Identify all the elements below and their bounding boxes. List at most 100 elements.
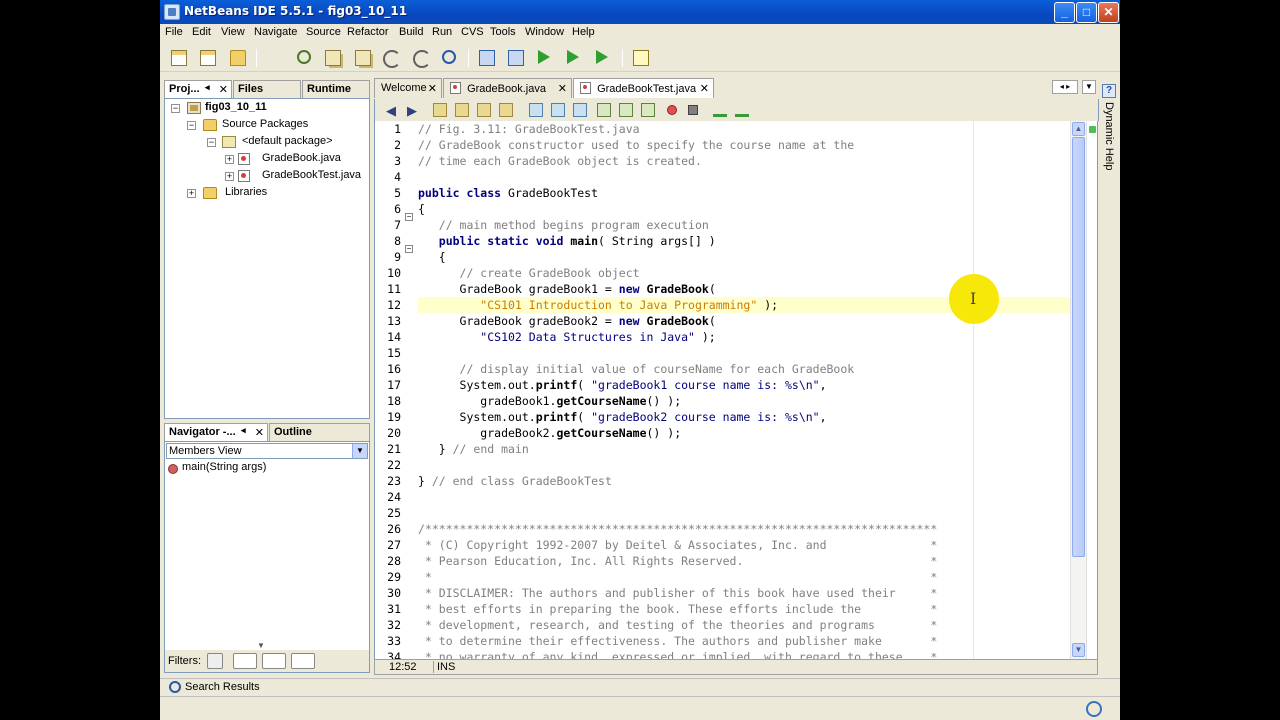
collapse-icon[interactable]: −: [207, 138, 216, 147]
close-tab-icon[interactable]: ✕: [219, 83, 228, 96]
menu-file[interactable]: File: [165, 26, 183, 38]
forward-icon[interactable]: ▶: [407, 103, 421, 118]
minimize-button[interactable]: _: [1054, 2, 1075, 23]
new-project-icon[interactable]: [197, 47, 217, 67]
tab-welcome[interactable]: Welcome ✕: [374, 78, 442, 98]
filter-fields-icon[interactable]: [207, 653, 223, 669]
code-line[interactable]: GradeBook gradeBook1 = new GradeBook(: [418, 281, 716, 297]
expand-icon[interactable]: +: [225, 172, 234, 181]
clean-build-icon[interactable]: [505, 47, 525, 67]
code-line[interactable]: public static void main( String args[] ): [418, 233, 716, 249]
code-line[interactable]: /***************************************…: [418, 521, 937, 537]
code-line[interactable]: // GradeBook constructor used to specify…: [418, 137, 854, 153]
shift-left-icon[interactable]: [597, 103, 611, 117]
code-line[interactable]: gradeBook2.getCourseName() );: [418, 425, 681, 441]
tab-outline[interactable]: Outline: [269, 423, 370, 441]
code-line[interactable]: // create GradeBook object: [418, 265, 640, 281]
find-previous-icon[interactable]: [455, 103, 469, 117]
tab-navigator[interactable]: Navigator -... ◂ ✕: [164, 423, 268, 441]
run-icon[interactable]: [535, 47, 555, 67]
code-line[interactable]: * Pearson Education, Inc. All Rights Res…: [418, 553, 937, 569]
menu-tools[interactable]: Tools: [490, 26, 516, 38]
search-results-button[interactable]: Search Results: [185, 681, 260, 693]
filter-nonpublic-icon[interactable]: [262, 653, 286, 669]
code-line[interactable]: gradeBook1.getCourseName() );: [418, 393, 681, 409]
start-macro-icon[interactable]: [667, 105, 677, 115]
scroll-down-icon[interactable]: ▼: [1072, 643, 1085, 657]
code-line[interactable]: public class GradeBookTest: [418, 185, 598, 201]
editor-scrollbar[interactable]: ▲ ▼: [1070, 121, 1086, 659]
title-bar[interactable]: NetBeans IDE 5.5.1 - fig03_10_11 _ □ ✕: [160, 0, 1120, 24]
menu-refactor[interactable]: Refactor: [347, 26, 389, 38]
undo-icon[interactable]: [380, 47, 401, 68]
help-icon[interactable]: [630, 47, 650, 67]
find-icon[interactable]: [439, 47, 459, 67]
debug-icon[interactable]: [593, 47, 613, 67]
garbage-collect-icon[interactable]: [1086, 701, 1102, 717]
code-line[interactable]: System.out.printf( "gradeBook1 course na…: [418, 377, 827, 393]
copy-icon[interactable]: [322, 47, 342, 67]
scroll-up-icon[interactable]: ▲: [1072, 122, 1085, 136]
chevron-down-icon[interactable]: ▼: [352, 444, 367, 458]
code-line[interactable]: * best efforts in preparing the book. Th…: [418, 601, 937, 617]
tab-gradebook-java[interactable]: GradeBook.java ✕: [443, 78, 572, 98]
code-line[interactable]: "CS102 Data Structures in Java" );: [418, 329, 715, 345]
collapse-icon[interactable]: −: [171, 104, 180, 113]
code-line[interactable]: // display initial value of courseName f…: [418, 361, 855, 377]
fold-icon[interactable]: −: [405, 245, 413, 253]
find-selection-icon[interactable]: [433, 103, 447, 117]
paste-icon[interactable]: [352, 47, 372, 67]
filter-inherited-icon[interactable]: [291, 653, 315, 669]
code-line[interactable]: {: [418, 249, 446, 265]
scrollbar-thumb[interactable]: [1072, 137, 1085, 557]
redo-icon[interactable]: [410, 47, 431, 68]
tab-projects[interactable]: Proj... ◂ ✕: [164, 80, 232, 98]
close-button[interactable]: ✕: [1098, 2, 1119, 23]
minimize-window-icon[interactable]: ◂: [241, 425, 246, 436]
toggle-bookmark-icon[interactable]: [573, 103, 587, 117]
code-line[interactable]: * *: [418, 569, 937, 585]
check-xml-icon[interactable]: [713, 103, 727, 117]
code-line[interactable]: * no warranty of any kind, expressed or …: [418, 649, 937, 659]
menu-view[interactable]: View: [221, 26, 245, 38]
open-project-icon[interactable]: [227, 47, 247, 67]
menu-navigate[interactable]: Navigate: [254, 26, 297, 38]
code-line[interactable]: GradeBook gradeBook2 = new GradeBook(: [418, 313, 716, 329]
close-tab-icon[interactable]: ✕: [700, 82, 709, 95]
filter-static-icon[interactable]: [233, 653, 257, 669]
expand-icon[interactable]: +: [187, 189, 196, 198]
comment-icon[interactable]: [641, 103, 655, 117]
run-file-icon[interactable]: [564, 47, 584, 67]
cut-icon[interactable]: [294, 47, 314, 67]
members-view-select[interactable]: Members View ▼: [166, 443, 368, 459]
menu-run[interactable]: Run: [432, 26, 452, 38]
stop-macro-icon[interactable]: [688, 105, 698, 115]
code-line[interactable]: // main method begins program execution: [418, 217, 709, 233]
new-file-icon[interactable]: [168, 47, 188, 67]
code-line[interactable]: * to determine their effectiveness. The …: [418, 633, 937, 649]
code-line[interactable]: * DISCLAIMER: The authors and publisher …: [418, 585, 937, 601]
code-line[interactable]: } // end class GradeBookTest: [418, 473, 612, 489]
collapse-icon[interactable]: −: [187, 121, 196, 130]
code-line[interactable]: * (C) Copyright 1992-2007 by Deitel & As…: [418, 537, 937, 553]
toggle-highlight-icon[interactable]: [499, 103, 513, 117]
code-line[interactable]: "CS101 Introduction to Java Programming"…: [418, 297, 778, 313]
panel-resize-handle-icon[interactable]: ▼: [257, 641, 265, 650]
close-tab-icon[interactable]: ✕: [255, 426, 264, 439]
validate-xml-icon[interactable]: [735, 103, 749, 117]
code-editor[interactable]: 1 2 3 4 5 6 7 8 9 10 11 12 13 14 15 16 17 18 19 20 21 22 23 24 2…: [374, 121, 1070, 659]
code-line[interactable]: // time each GradeBook object is created…: [418, 153, 702, 169]
previous-bookmark-icon[interactable]: [529, 103, 543, 117]
back-icon[interactable]: ◀: [386, 103, 400, 118]
maximize-button[interactable]: □: [1076, 2, 1097, 23]
code-line[interactable]: System.out.printf( "gradeBook2 course na…: [418, 409, 827, 425]
menu-help[interactable]: Help: [572, 26, 595, 38]
code-line[interactable]: {: [418, 201, 425, 217]
scroll-tabs-icon[interactable]: ◂ ▸: [1052, 80, 1078, 94]
shift-right-icon[interactable]: [619, 103, 633, 117]
find-next-icon[interactable]: [477, 103, 491, 117]
tab-runtime[interactable]: Runtime: [302, 80, 370, 98]
expand-icon[interactable]: +: [225, 155, 234, 164]
code-line[interactable]: * development, research, and testing of …: [418, 617, 937, 633]
close-tab-icon[interactable]: ✕: [558, 82, 567, 95]
